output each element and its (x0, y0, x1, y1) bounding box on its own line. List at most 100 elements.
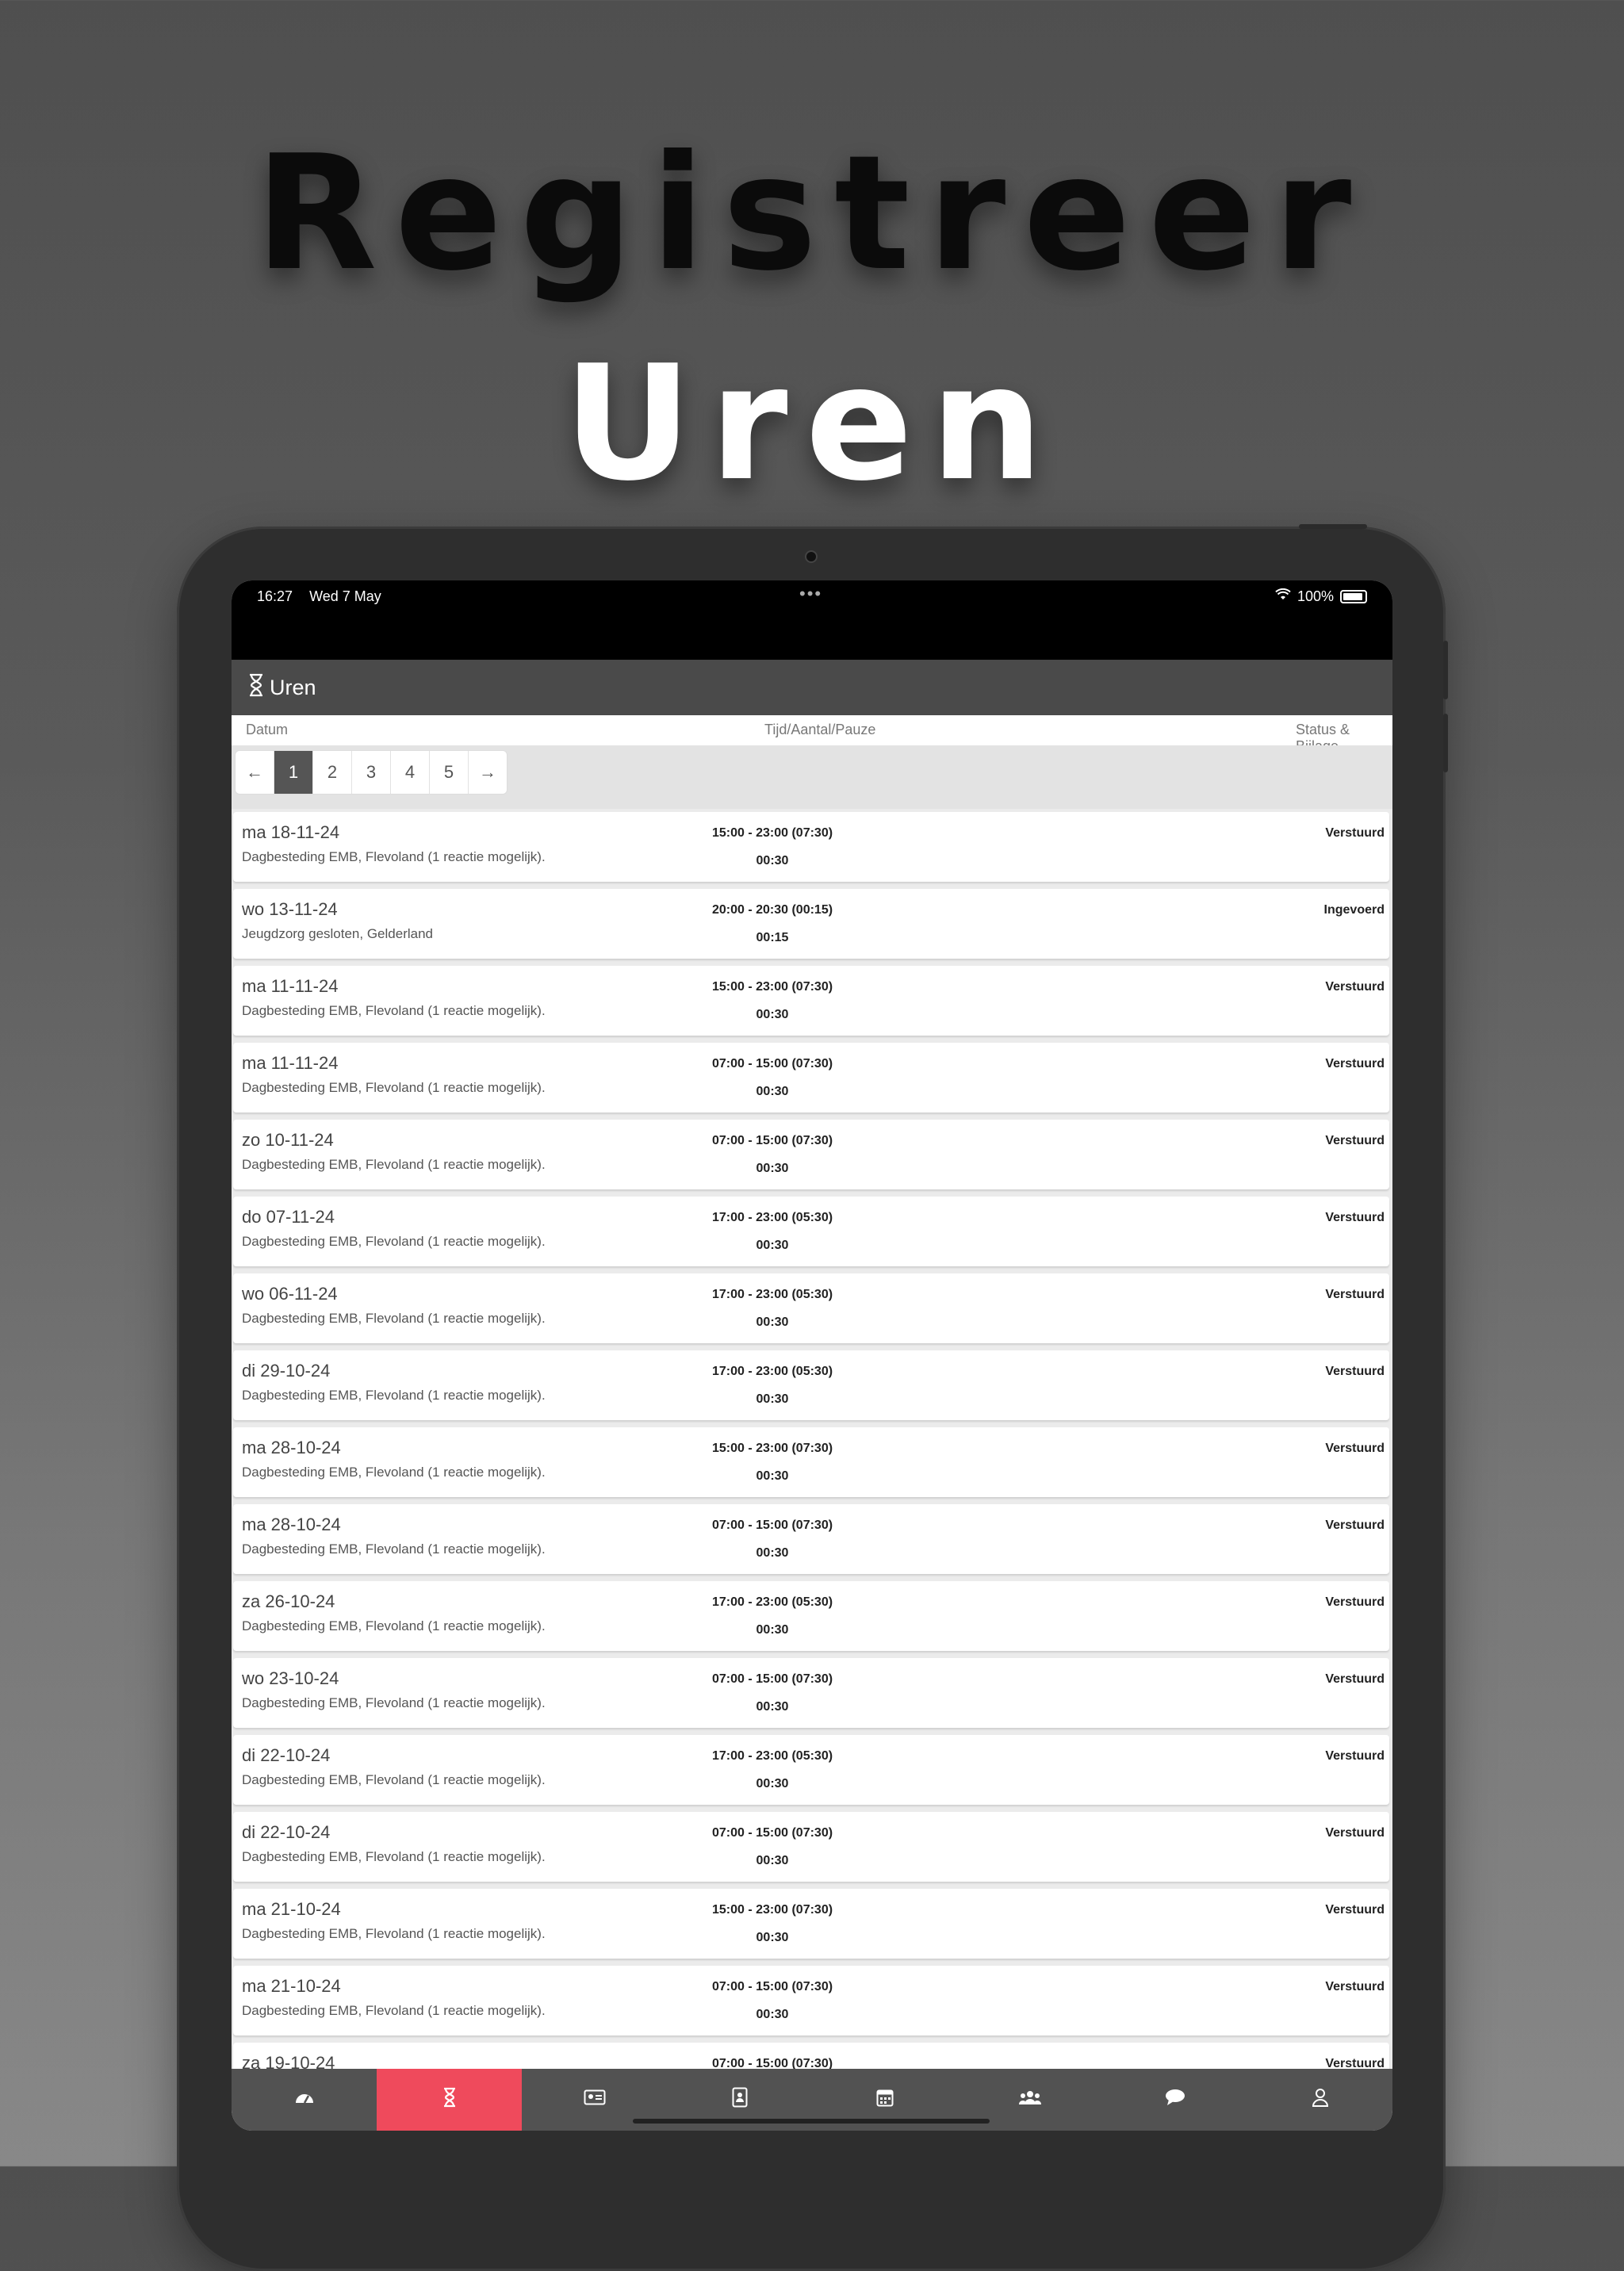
list-item[interactable]: ma 18-11-24 Dagbesteding EMB, Flevoland (… (233, 812, 1389, 882)
row-location: Dagbesteding EMB, Flevoland (1 reactie m… (242, 1849, 546, 1864)
home-indicator (633, 2119, 990, 2124)
row-time: 17:00 - 23:00 (05:30) (711, 1595, 833, 1609)
pager-page-4[interactable]: 4 (391, 751, 430, 794)
list-item[interactable]: wo 13-11-24 Jeugdzorg gesloten, Gelderlan… (233, 889, 1389, 959)
row-status: Verstuurd (1325, 980, 1385, 994)
list-item[interactable]: ma 21-10-24 Dagbesteding EMB, Flevoland (… (233, 1966, 1389, 2035)
list-item[interactable]: ma 21-10-24 Dagbesteding EMB, Flevoland (… (233, 1889, 1389, 1959)
front-camera (805, 550, 818, 563)
row-time: 07:00 - 15:00 (07:30) (711, 1518, 833, 1532)
battery-percent: 100% (1297, 588, 1334, 604)
row-date: di 29-10-24 (242, 1361, 331, 1381)
list-item[interactable]: ma 11-11-24 Dagbesteding EMB, Flevoland (… (233, 966, 1389, 1036)
row-pause: 00:30 (756, 1392, 789, 1406)
row-time: 15:00 - 23:00 (07:30) (711, 1442, 833, 1455)
dashboard-icon (294, 2089, 315, 2111)
row-pause: 00:30 (756, 1469, 789, 1483)
column-header-time[interactable]: Tijd/Aantal/Pauze (764, 722, 875, 738)
row-location: Dagbesteding EMB, Flevoland (1 reactie m… (242, 1388, 546, 1403)
row-date: ma 11-11-24 (242, 976, 339, 996)
row-pause: 00:30 (756, 1008, 789, 1021)
multitask-dots[interactable]: ••• (799, 584, 822, 604)
row-time: 20:00 - 20:30 (00:15) (711, 903, 833, 917)
row-status: Verstuurd (1325, 1749, 1385, 1763)
tab-user[interactable] (1247, 2069, 1392, 2131)
column-headers: Datum Tijd/Aantal/Pauze Status & Bijlage (232, 715, 1392, 754)
list-item[interactable]: wo 23-10-24 Dagbesteding EMB, Flevoland (… (233, 1658, 1389, 1728)
power-button (1299, 524, 1367, 529)
row-time: 17:00 - 23:00 (05:30) (711, 1211, 833, 1224)
chat-icon (1165, 2089, 1185, 2111)
volume-down-button (1443, 714, 1448, 772)
row-location: Dagbesteding EMB, Flevoland (1 reactie m… (242, 1465, 546, 1480)
row-status: Verstuurd (1325, 1365, 1385, 1378)
row-pause: 00:30 (756, 1546, 789, 1560)
tab-dashboard[interactable] (232, 2069, 377, 2131)
list-item[interactable]: di 22-10-24 Dagbesteding EMB, Flevoland (… (233, 1812, 1389, 1882)
row-pause: 00:30 (756, 1315, 789, 1329)
row-location: Jeugdzorg gesloten, Gelderland (242, 926, 433, 941)
row-date: do 07-11-24 (242, 1207, 335, 1227)
row-location: Dagbesteding EMB, Flevoland (1 reactie m… (242, 1003, 546, 1018)
list-item[interactable]: di 29-10-24 Dagbesteding EMB, Flevoland (… (233, 1350, 1389, 1420)
row-location: Dagbesteding EMB, Flevoland (1 reactie m… (242, 1618, 546, 1633)
row-status: Ingevoerd (1323, 903, 1385, 917)
calendar-icon (876, 2088, 894, 2112)
column-header-date[interactable]: Datum (246, 722, 288, 738)
pager-next-button[interactable]: → (469, 751, 507, 794)
row-pause: 00:30 (756, 1777, 789, 1790)
pager-page-5[interactable]: 5 (430, 751, 469, 794)
pager-page-3[interactable]: 3 (352, 751, 391, 794)
row-status: Verstuurd (1325, 1826, 1385, 1840)
pager-page-2[interactable]: 2 (313, 751, 352, 794)
row-location: Dagbesteding EMB, Flevoland (1 reactie m… (242, 2003, 546, 2018)
list-item[interactable]: ma 28-10-24 Dagbesteding EMB, Flevoland (… (233, 1504, 1389, 1574)
status-date: Wed 7 May (309, 588, 381, 604)
row-date: ma 18-11-24 (242, 822, 340, 842)
row-status: Verstuurd (1325, 1595, 1385, 1609)
list-item[interactable]: wo 06-11-24 Dagbesteding EMB, Flevoland (… (233, 1273, 1389, 1343)
tab-chat[interactable] (1102, 2069, 1247, 2131)
row-date: ma 21-10-24 (242, 1976, 341, 1996)
row-date: di 22-10-24 (242, 1745, 331, 1765)
row-status: Verstuurd (1325, 1980, 1385, 1993)
volume-up-button (1443, 641, 1448, 699)
row-time: 17:00 - 23:00 (05:30) (711, 1365, 833, 1378)
list-item[interactable]: ma 11-11-24 Dagbesteding EMB, Flevoland (… (233, 1043, 1389, 1113)
page-title: Uren (270, 675, 316, 699)
headline-uren: Uren (563, 331, 1061, 516)
row-date: za 26-10-24 (242, 1591, 335, 1611)
row-time: 15:00 - 23:00 (07:30) (711, 826, 833, 840)
row-pause: 00:30 (756, 1931, 789, 1944)
row-pause: 00:30 (756, 1239, 789, 1252)
row-location: Dagbesteding EMB, Flevoland (1 reactie m… (242, 1080, 546, 1095)
status-bar: 16:27 Wed 7 May ••• 100% (232, 580, 1392, 660)
row-pause: 00:30 (756, 854, 789, 867)
row-date: wo 23-10-24 (242, 1668, 339, 1688)
row-status: Verstuurd (1325, 1518, 1385, 1532)
row-time: 07:00 - 15:00 (07:30) (711, 1057, 833, 1070)
list-item[interactable]: zo 10-11-24 Dagbesteding EMB, Flevoland (… (233, 1120, 1389, 1189)
row-pause: 00:30 (756, 2008, 789, 2021)
contact-book-icon (732, 2087, 748, 2112)
row-pause: 00:30 (756, 1623, 789, 1637)
list-item[interactable]: za 26-10-24 Dagbesteding EMB, Flevoland (… (233, 1581, 1389, 1651)
list-item[interactable]: di 22-10-24 Dagbesteding EMB, Flevoland (… (233, 1735, 1389, 1805)
app-screen: 16:27 Wed 7 May ••• 100% Uren Datum Tijd… (232, 580, 1392, 2131)
row-time: 15:00 - 23:00 (07:30) (711, 980, 833, 994)
row-time: 07:00 - 15:00 (07:30) (711, 1980, 833, 1993)
status-time: 16:27 (257, 588, 293, 604)
row-date: ma 11-11-24 (242, 1053, 339, 1073)
tab-hourglass[interactable] (377, 2069, 522, 2131)
row-date: zo 10-11-24 (242, 1130, 334, 1150)
list-item[interactable]: ma 28-10-24 Dagbesteding EMB, Flevoland (… (233, 1427, 1389, 1497)
row-pause: 00:15 (756, 931, 789, 944)
row-location: Dagbesteding EMB, Flevoland (1 reactie m… (242, 1926, 546, 1941)
pager-prev-button[interactable]: ← (236, 751, 274, 794)
pager-page-1[interactable]: 1 (274, 751, 313, 794)
list-item[interactable]: do 07-11-24 Dagbesteding EMB, Flevoland (… (233, 1197, 1389, 1266)
app-header: Uren (232, 660, 1392, 715)
row-pause: 00:30 (756, 1162, 789, 1175)
row-time: 17:00 - 23:00 (05:30) (711, 1749, 833, 1763)
row-date: wo 06-11-24 (242, 1284, 338, 1304)
